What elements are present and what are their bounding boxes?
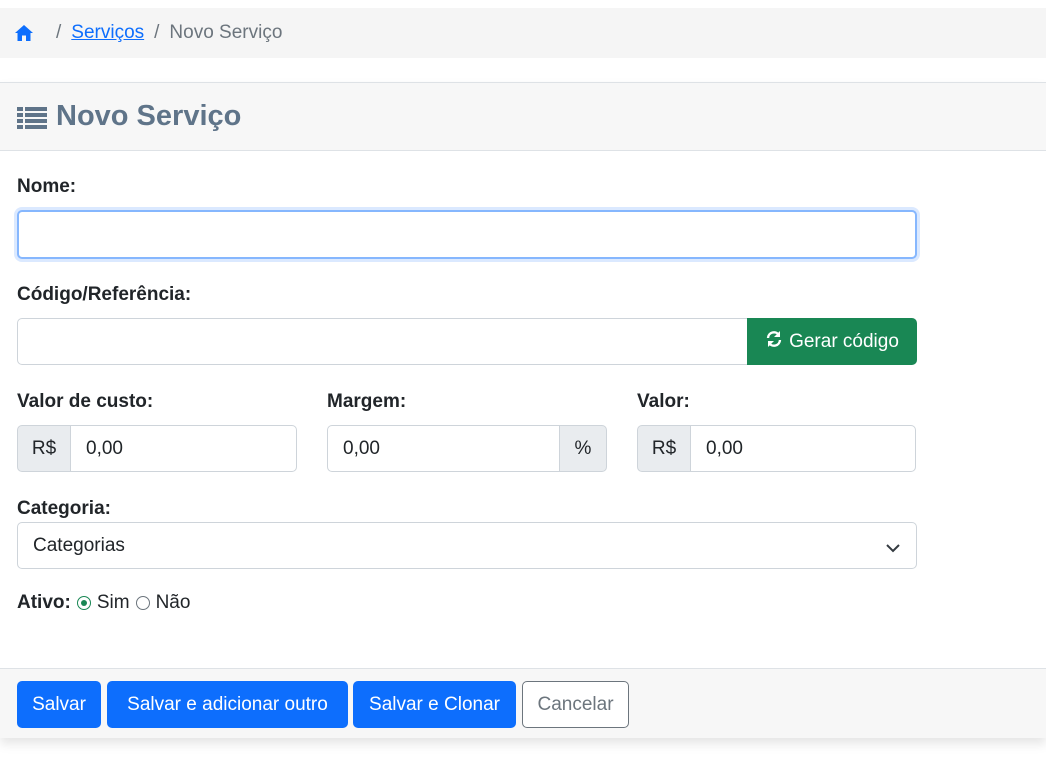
codigo-label: Código/Referência: <box>17 284 192 305</box>
breadcrumb-current: Novo Serviço <box>169 22 283 43</box>
form-footer: Salvar Salvar e adicionar outro Salvar e… <box>0 668 1046 738</box>
breadcrumb: / Serviços / Novo Serviço <box>0 8 1046 58</box>
ativo-label: Ativo: <box>17 592 71 613</box>
categoria-selected: Categorias <box>33 534 125 556</box>
nome-input[interactable] <box>17 210 917 259</box>
cancelar-button[interactable]: Cancelar <box>522 681 629 728</box>
categoria-select[interactable]: Categorias <box>17 522 917 569</box>
salvar-adicionar-button[interactable]: Salvar e adicionar outro <box>107 681 348 728</box>
form-card: Novo Serviço <box>0 82 1046 738</box>
breadcrumb-link-servicos[interactable]: Serviços <box>71 22 144 44</box>
nome-label: Nome: <box>17 176 77 197</box>
salvar-button[interactable]: Salvar <box>17 681 101 728</box>
page-header: Novo Serviço <box>0 83 1046 151</box>
categoria-label: Categoria: <box>17 498 111 519</box>
ativo-group: Ativo: Sim Não <box>17 592 190 614</box>
ativo-sim-label[interactable]: Sim <box>97 592 130 614</box>
refresh-icon <box>765 330 783 354</box>
valor-label: Valor: <box>637 391 690 412</box>
home-icon[interactable] <box>14 24 34 42</box>
valor-prefix: R$ <box>637 425 691 472</box>
margem-label: Margem: <box>327 391 407 412</box>
ativo-nao-label[interactable]: Não <box>156 592 191 614</box>
ativo-sim-radio[interactable] <box>76 596 91 610</box>
margem-suffix: % <box>559 425 607 472</box>
page-title: Novo Serviço <box>56 100 242 132</box>
breadcrumb-separator: / <box>56 22 62 43</box>
breadcrumb-separator: / <box>154 22 160 43</box>
chevron-down-icon <box>886 539 900 553</box>
margem-input[interactable]: 0,00 <box>327 425 560 472</box>
gerar-codigo-label: Gerar código <box>789 330 899 352</box>
valor-custo-input[interactable]: 0,00 <box>70 425 297 472</box>
list-icon <box>17 105 47 129</box>
codigo-input[interactable] <box>17 318 748 365</box>
gerar-codigo-button[interactable]: Gerar código <box>747 318 917 365</box>
valor-custo-prefix: R$ <box>17 425 71 472</box>
valor-custo-label: Valor de custo: <box>17 391 154 412</box>
salvar-clonar-button[interactable]: Salvar e Clonar <box>353 681 516 728</box>
ativo-nao-radio[interactable] <box>135 596 150 610</box>
valor-input[interactable]: 0,00 <box>690 425 916 472</box>
